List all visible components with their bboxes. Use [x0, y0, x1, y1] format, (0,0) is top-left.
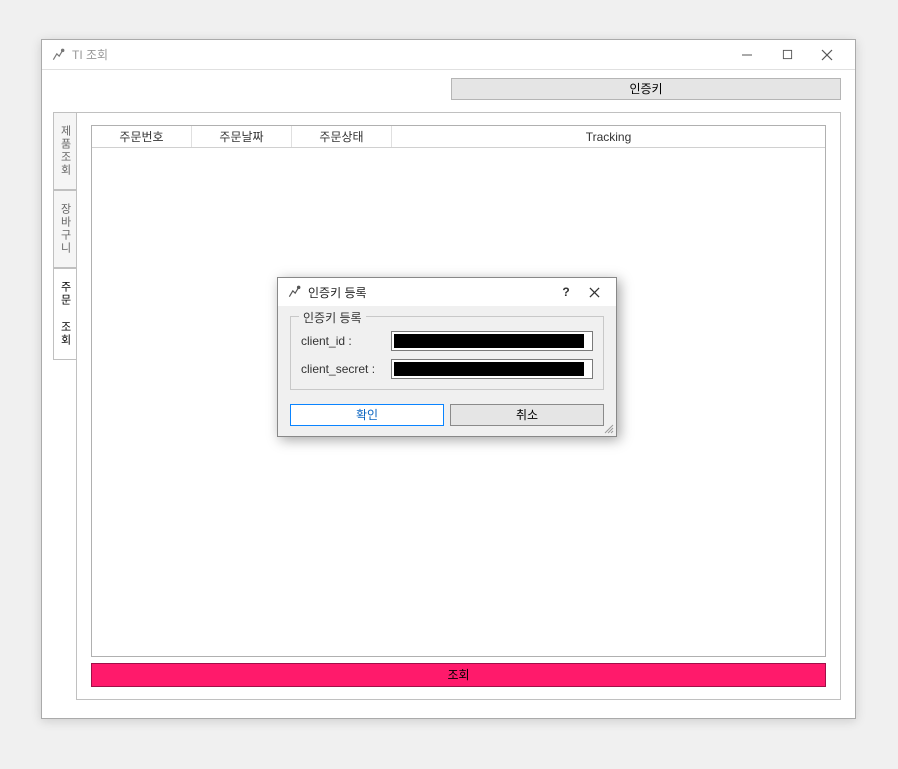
titlebar: TI 조회 — [42, 40, 855, 70]
client-secret-row: client_secret : — [301, 359, 593, 379]
client-secret-label: client_secret : — [301, 362, 391, 376]
app-icon — [50, 47, 66, 63]
groupbox-title: 인증키 등록 — [299, 309, 366, 326]
dialog-close-button[interactable] — [580, 280, 608, 304]
tab-cart[interactable]: 장바구니 — [53, 190, 77, 268]
minimize-button[interactable] — [727, 41, 767, 69]
col-tracking[interactable]: Tracking — [392, 126, 825, 147]
dialog-title: 인증키 등록 — [308, 284, 552, 301]
resize-grip[interactable] — [602, 422, 614, 434]
tab-product[interactable]: 제품조회 — [53, 112, 77, 190]
window-title: TI 조회 — [72, 46, 727, 63]
ok-button[interactable]: 확인 — [290, 404, 444, 426]
window-controls — [727, 41, 847, 69]
dialog-titlebar: 인증키 등록 ? — [278, 278, 616, 306]
tab-order[interactable]: 주문 조회 — [53, 268, 77, 360]
cancel-button[interactable]: 취소 — [450, 404, 604, 426]
dialog-body: 인증키 등록 client_id : client_secret : — [278, 306, 616, 396]
maximize-button[interactable] — [767, 41, 807, 69]
close-button[interactable] — [807, 41, 847, 69]
dialog-app-icon — [286, 284, 302, 300]
col-order-no[interactable]: 주문번호 — [92, 126, 192, 147]
help-icon: ? — [562, 285, 569, 299]
dialog-help-button[interactable]: ? — [552, 280, 580, 304]
table-header: 주문번호 주문날짜 주문상태 Tracking — [92, 126, 825, 148]
col-order-date[interactable]: 주문날짜 — [192, 126, 292, 147]
dialog-buttons: 확인 취소 — [278, 396, 616, 436]
vertical-tabs: 제품조회 장바구니 주문 조회 — [53, 112, 77, 360]
auth-key-button[interactable]: 인증키 — [451, 78, 841, 100]
client-id-row: client_id : — [301, 331, 593, 351]
client-id-redacted — [394, 334, 584, 348]
client-id-input[interactable] — [391, 331, 593, 351]
client-secret-redacted — [394, 362, 584, 376]
query-button[interactable]: 조회 — [91, 663, 826, 687]
auth-key-groupbox: 인증키 등록 client_id : client_secret : — [290, 316, 604, 390]
client-secret-input[interactable] — [391, 359, 593, 379]
client-id-label: client_id : — [301, 334, 391, 348]
close-icon — [589, 287, 600, 298]
auth-key-dialog: 인증키 등록 ? 인증키 등록 client_id : client_secre… — [277, 277, 617, 437]
col-order-status[interactable]: 주문상태 — [292, 126, 392, 147]
